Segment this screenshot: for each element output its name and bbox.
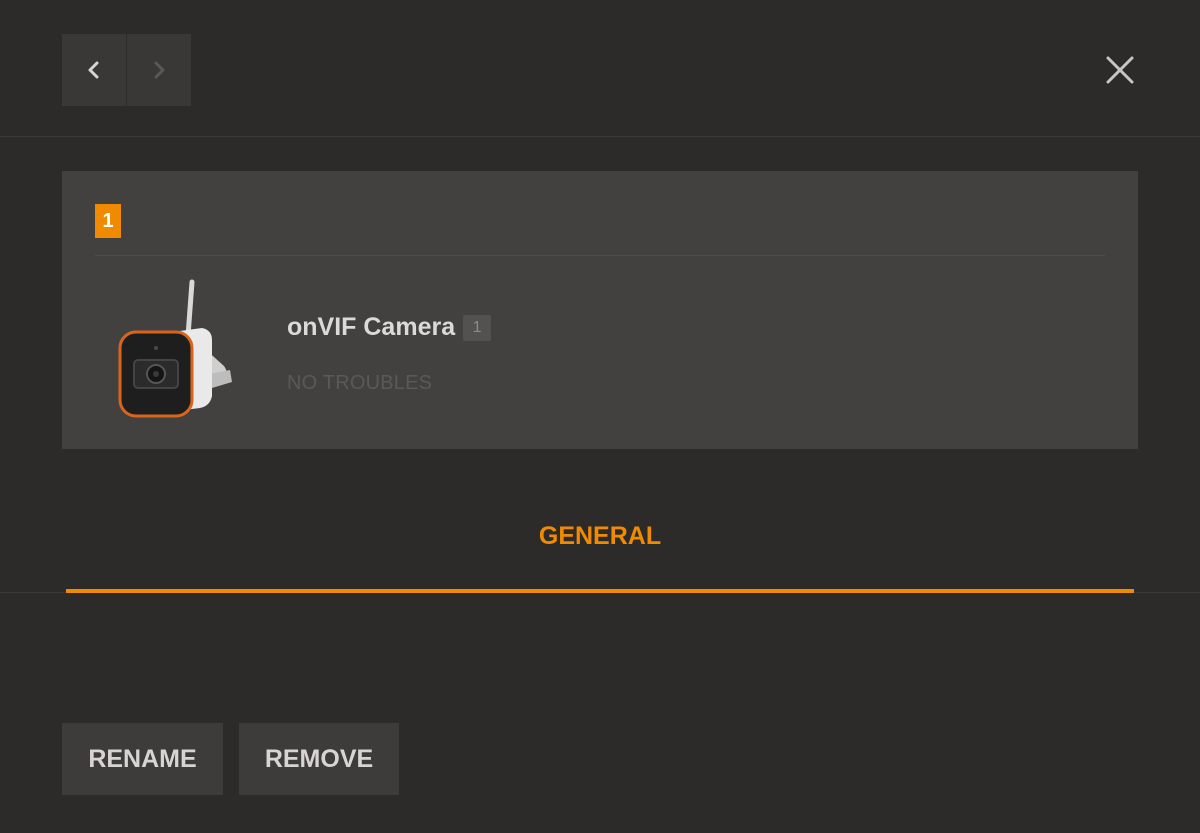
remove-button[interactable]: REMOVE [239,723,399,795]
device-card: 1 onVIF Camera 1 NO TROUBLES [62,171,1138,449]
close-icon [1106,56,1134,84]
chevron-right-icon [154,61,165,79]
tab-strip: GENERAL [0,500,1200,593]
outdoor-camera-icon [112,278,242,423]
active-tab-indicator [66,589,1134,593]
device-count-badge: 1 [463,314,492,341]
tab-general-label: GENERAL [538,522,662,550]
tab-general[interactable]: GENERAL [66,500,1134,593]
card-divider [95,255,1105,256]
close-button[interactable] [1098,48,1142,92]
panel-header [0,0,1200,137]
rename-button[interactable]: RENAME [62,723,223,795]
device-name-row: onVIF Camera 1 [287,313,492,342]
previous-device-button[interactable] [62,34,126,106]
device-index-badge: 1 [95,204,121,238]
device-name: onVIF Camera [287,313,456,341]
device-status: NO TROUBLES [287,372,433,394]
device-detail-panel: 1 onVIF Camera 1 NO TROUBLES GENERAL REN… [0,0,1200,833]
chevron-left-icon [88,61,99,79]
next-device-button[interactable] [127,34,191,106]
device-navigation [62,34,191,106]
